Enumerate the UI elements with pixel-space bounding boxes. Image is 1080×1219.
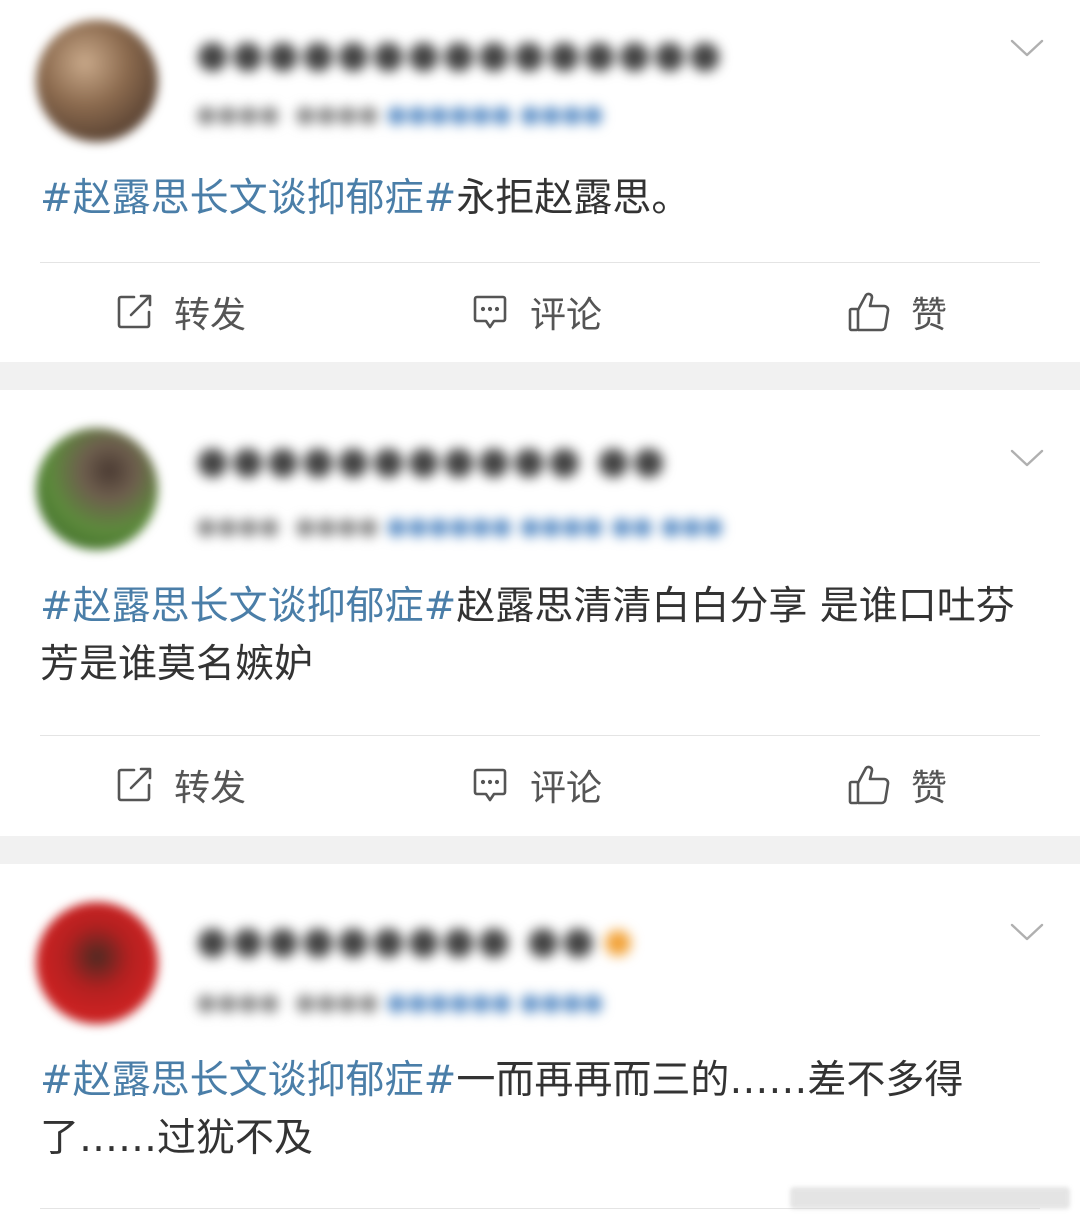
post-card: ●●●●●●●●●●●●●●● ●●●● ●●●● ●●●●●● ●●●● #赵… — [0, 0, 1080, 362]
action-bar: 转发 评论 赞 — [0, 263, 1080, 363]
repost-label: 转发 — [174, 768, 247, 809]
blurred-post-meta: ●●●● ●●●● ●●●●●● ●●●● ●● ●●● — [196, 512, 724, 540]
post-content: #赵露思长文谈抑郁症#一而再再而三的……差不多得了……过犹不及 — [40, 1052, 1036, 1168]
post-body: 永拒赵露思。 — [456, 176, 691, 221]
post-content: #赵露思长文谈抑郁症#永拒赵露思。 — [40, 170, 1036, 228]
chevron-down-icon[interactable] — [1010, 38, 1044, 58]
chevron-down-icon[interactable] — [1010, 922, 1044, 942]
like-label: 赞 — [911, 768, 948, 809]
weibo-feed: ●●●●●●●●●●●●●●● ●●●● ●●●● ●●●●●● ●●●● #赵… — [0, 0, 1080, 1219]
like-button[interactable]: 赞 — [847, 760, 947, 810]
action-bar: 转发 评论 赞 — [0, 736, 1080, 836]
comment-bubble-icon — [473, 295, 507, 329]
blurred-username[interactable]: ●●●●●●●●●●● ●● — [196, 438, 667, 482]
avatar[interactable] — [36, 428, 158, 550]
avatar[interactable] — [36, 20, 158, 142]
thumbs-up-icon — [848, 765, 890, 805]
post-card: ●●●●●●●●●●● ●● ●●●● ●●●● ●●●●●● ●●●● ●● … — [0, 390, 1080, 836]
blurred-post-meta: ●●●● ●●●● ●●●●●● ●●●● — [196, 988, 604, 1016]
blurred-username[interactable]: ●●●●●●●●● ●● — [196, 918, 631, 962]
comment-button[interactable]: 评论 — [470, 287, 602, 337]
hashtag-link[interactable]: #赵露思长文谈抑郁症# — [40, 1058, 456, 1103]
thumbs-up-icon — [848, 292, 890, 332]
repost-label: 转发 — [174, 295, 247, 336]
blurred-post-meta: ●●●● ●●●● ●●●●●● ●●●● — [196, 100, 604, 128]
hashtag-link[interactable]: #赵露思长文谈抑郁症# — [40, 584, 456, 629]
repost-button[interactable]: 转发 — [114, 287, 246, 337]
repost-button[interactable]: 转发 — [114, 760, 246, 810]
avatar[interactable] — [36, 902, 158, 1024]
like-button[interactable]: 赞 — [847, 287, 947, 337]
watermark — [790, 1187, 1070, 1209]
chevron-down-icon[interactable] — [1010, 448, 1044, 468]
edit-square-icon — [117, 767, 152, 802]
edit-square-icon — [117, 294, 152, 329]
comment-label: 评论 — [530, 295, 603, 336]
blurred-username[interactable]: ●●●●●●●●●●●●●●● — [196, 32, 723, 76]
comment-button[interactable]: 评论 — [470, 760, 602, 810]
post-card: ●●●●●●●●● ●● ●●●● ●●●● ●●●●●● ●●●● #赵露思长… — [0, 864, 1080, 1219]
like-label: 赞 — [911, 295, 948, 336]
hashtag-link[interactable]: #赵露思长文谈抑郁症# — [40, 176, 456, 221]
post-content: #赵露思长文谈抑郁症#赵露思清清白白分享 是谁口吐芬芳是谁莫名嫉妒 — [40, 578, 1036, 694]
comment-label: 评论 — [530, 768, 603, 809]
comment-bubble-icon — [473, 768, 507, 802]
